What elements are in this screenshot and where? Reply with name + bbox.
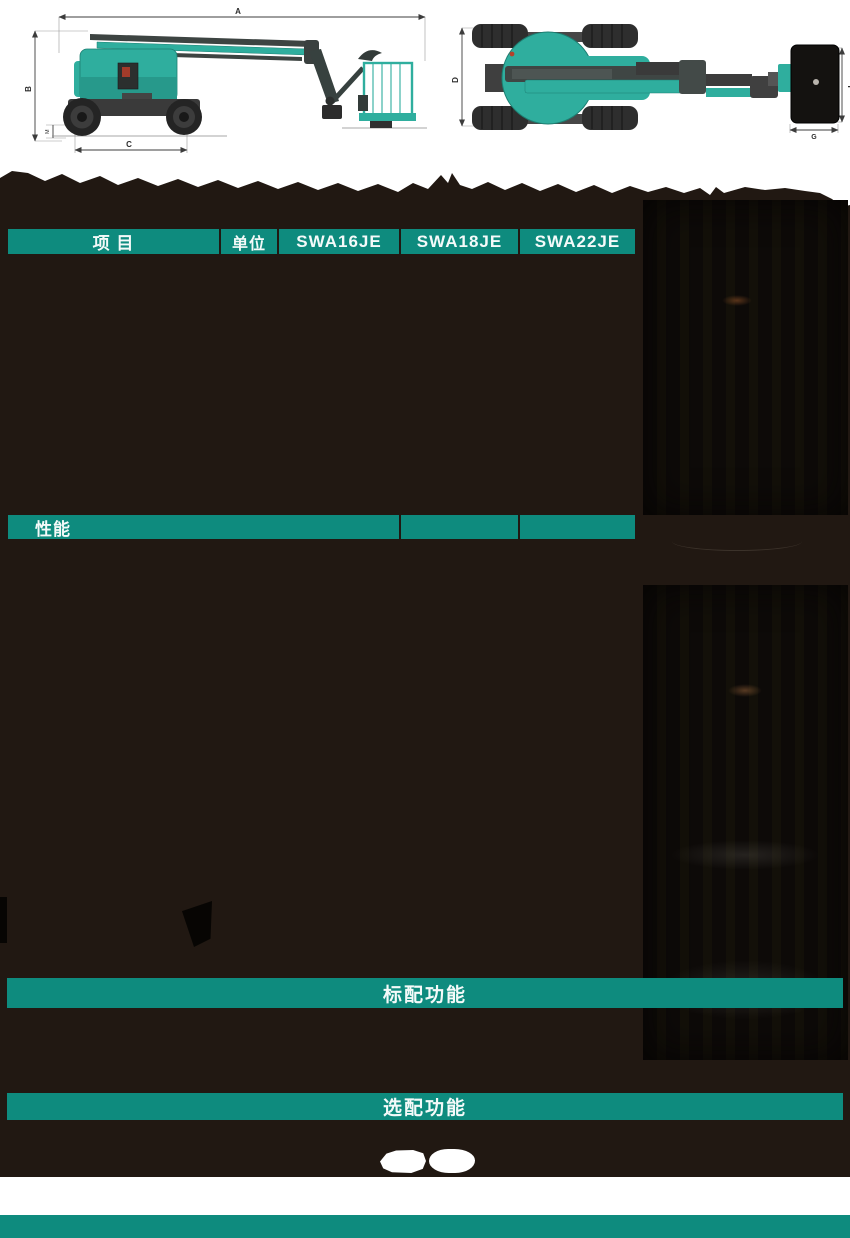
standard-features-bar: 标配功能 [7, 978, 843, 1008]
spec-sheet-page: { "colors": { "brand_teal": "#0E8B7E", "… [0, 0, 850, 1238]
ink-mark-left [0, 897, 7, 943]
performance-section-label: 性能 [35, 515, 71, 540]
photo-glint [670, 840, 820, 870]
top-view-diagram: D F G [450, 18, 850, 140]
footer-brand-bar [0, 1215, 850, 1238]
product-photo-upper [643, 200, 848, 515]
dim-label-f: F [846, 86, 850, 91]
optional-features-title: 选配功能 [383, 1093, 467, 1120]
table-header-item: 项 目 [8, 229, 219, 254]
table-header-item-label: 项 目 [93, 229, 135, 254]
model-label: SWA22JE [535, 232, 620, 252]
boom-lift-top-view [472, 24, 839, 130]
side-view-diagram: A B C M [22, 5, 434, 163]
table-header-model-swa16je: SWA16JE [279, 229, 399, 254]
table-header-model-swa22je: SWA22JE [520, 229, 635, 254]
section-row-performance-cell [520, 515, 635, 539]
optional-features-bar: 选配功能 [7, 1093, 843, 1120]
boom-lift-side-view [52, 34, 427, 136]
model-label: SWA16JE [296, 232, 381, 252]
dim-label-d: D [451, 77, 460, 83]
section-row-performance-cell [401, 515, 518, 539]
standard-features-title: 标配功能 [383, 980, 467, 1007]
logo-glyph-right [429, 1149, 475, 1173]
dim-label-m: M [45, 129, 51, 134]
table-header-model-swa18je: SWA18JE [401, 229, 518, 254]
dim-label-c: C [126, 140, 132, 149]
dim-label-g: G [811, 134, 817, 140]
logo-glyph-left [380, 1150, 426, 1173]
brand-logo [378, 1146, 478, 1174]
photo-highlight [722, 295, 752, 306]
photo-highlight [728, 684, 762, 697]
model-label: SWA18JE [417, 232, 502, 252]
section-row-performance: 性能 [8, 515, 399, 539]
photo-shadow [672, 532, 802, 551]
dim-label-b: B [24, 86, 33, 92]
table-header-unit: 单位 [221, 229, 277, 254]
table-header-unit-label: 单位 [232, 230, 266, 254]
dim-label-a: A [235, 7, 241, 16]
